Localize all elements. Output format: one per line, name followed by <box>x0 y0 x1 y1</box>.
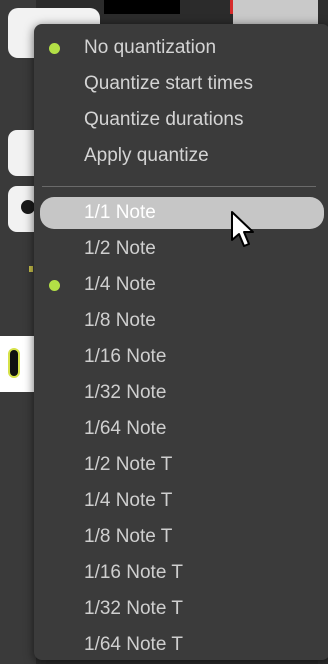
track-led-icon <box>8 348 20 378</box>
menu-item-quantize-start-times[interactable]: Quantize start times <box>40 66 324 102</box>
indicator-icon <box>29 266 33 272</box>
menu-item-note-1-64[interactable]: 1/64 Note <box>40 411 324 447</box>
menu-item-label: Quantize start times <box>84 73 253 94</box>
menu-item-label: 1/32 Note T <box>84 598 183 619</box>
menu-item-note-1-4-triplet[interactable]: 1/4 Note T <box>40 483 324 519</box>
menu-item-label: Quantize durations <box>84 109 244 130</box>
check-dot-icon <box>49 43 60 54</box>
menu-item-label: 1/64 Note <box>84 418 167 439</box>
menu-item-label: 1/1 Note <box>84 202 156 223</box>
menu-item-note-1-2[interactable]: 1/2 Note <box>40 231 324 267</box>
menu-item-label: 1/16 Note <box>84 346 167 367</box>
timeline-strip <box>104 0 180 14</box>
menu-item-note-1-16-triplet[interactable]: 1/16 Note T <box>40 555 324 591</box>
menu-item-label: No quantization <box>84 37 217 58</box>
menu-item-label: 1/4 Note <box>84 274 156 295</box>
quantize-popup-menu: No quantization Quantize start times Qua… <box>34 24 328 660</box>
menu-item-label: 1/4 Note T <box>84 490 173 511</box>
menu-item-note-1-32-triplet[interactable]: 1/32 Note T <box>40 591 324 627</box>
menu-item-note-1-8-triplet[interactable]: 1/8 Note T <box>40 519 324 555</box>
left-panel <box>0 0 36 664</box>
menu-item-label: 1/32 Note <box>84 382 167 403</box>
check-dot-icon <box>49 280 60 291</box>
menu-item-note-1-2-triplet[interactable]: 1/2 Note T <box>40 447 324 483</box>
menu-item-label: 1/2 Note <box>84 238 156 259</box>
menu-item-note-1-64-triplet[interactable]: 1/64 Note T <box>40 627 324 663</box>
menu-item-note-1-8[interactable]: 1/8 Note <box>40 303 324 339</box>
menu-item-label: 1/64 Note T <box>84 634 183 655</box>
menu-item-no-quantization[interactable]: No quantization <box>40 30 324 66</box>
menu-item-quantize-durations[interactable]: Quantize durations <box>40 102 324 138</box>
menu-item-label: Apply quantize <box>84 145 209 166</box>
menu-item-apply-quantize[interactable]: Apply quantize <box>40 138 324 174</box>
menu-item-label: 1/8 Note T <box>84 526 173 547</box>
menu-item-label: 1/16 Note T <box>84 562 183 583</box>
menu-item-note-1-16[interactable]: 1/16 Note <box>40 339 324 375</box>
mouse-pointer-icon <box>231 211 254 247</box>
menu-item-label: 1/8 Note <box>84 310 156 331</box>
menu-item-note-1-4[interactable]: 1/4 Note <box>40 267 324 303</box>
menu-separator <box>42 186 316 187</box>
menu-item-note-1-1[interactable]: 1/1 Note <box>40 197 324 229</box>
menu-item-label: 1/2 Note T <box>84 454 173 475</box>
menu-item-note-1-32[interactable]: 1/32 Note <box>40 375 324 411</box>
